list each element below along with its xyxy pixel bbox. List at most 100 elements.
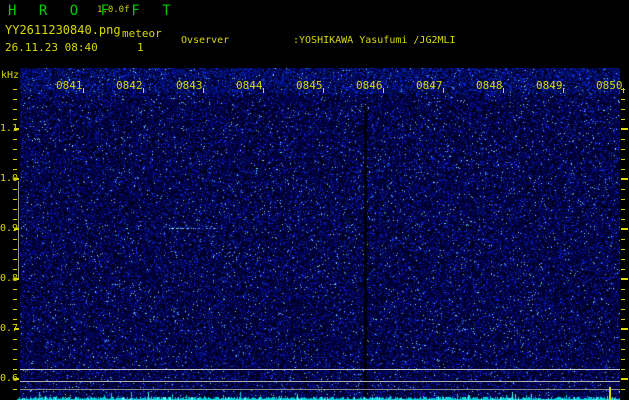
time-axis-tick	[623, 88, 624, 93]
time-axis-tick	[263, 88, 264, 93]
axis-tick	[13, 249, 17, 250]
time-tick-label: 0842	[116, 79, 143, 92]
axis-tick	[13, 239, 17, 240]
freq-tick-label: 0.9	[0, 223, 19, 234]
axis-tick	[13, 319, 17, 320]
time-tick-label: 0841	[56, 79, 83, 92]
axis-tick	[13, 339, 17, 340]
axis-tick	[13, 149, 17, 150]
axis-tick	[13, 359, 17, 360]
axis-tick	[621, 269, 625, 270]
axis-tick	[13, 109, 17, 110]
axis-tick	[621, 228, 628, 230]
freq-axis-unit: kHz	[1, 70, 20, 81]
axis-tick	[621, 209, 625, 210]
axis-tick	[13, 389, 17, 390]
header-panel: H R O F F T 1.0.0f YY2611230840.png mete…	[0, 0, 629, 172]
time-tick-label: 0848	[476, 79, 503, 92]
axis-tick	[13, 369, 17, 370]
signal-level-strip	[17, 390, 620, 400]
reference-line-upper	[20, 369, 620, 370]
spectrogram-noise-canvas	[20, 68, 620, 400]
time-tick-label: 0843	[176, 79, 203, 92]
time-axis-tick	[383, 88, 384, 93]
time-tick-label: 0847	[416, 79, 443, 92]
axis-tick	[621, 178, 628, 180]
axis-tick	[14, 178, 19, 180]
axis-tick	[621, 199, 625, 200]
axis-tick	[621, 349, 625, 350]
reference-line-middle	[20, 381, 620, 382]
axis-tick	[621, 309, 625, 310]
axis-tick	[13, 119, 17, 120]
observation-datetime: 26.11.23 08:40	[5, 41, 98, 54]
axis-tick	[621, 259, 625, 260]
info-row-observer: Ovserver :YOSHIKAWA Yasufumi /JG2MLI	[181, 34, 552, 48]
freq-tick-label: 1.1	[0, 123, 19, 134]
axis-tick	[621, 249, 625, 250]
axis-tick	[13, 99, 17, 100]
axis-tick	[621, 219, 625, 220]
info-value: :YOSHIKAWA Yasufumi /JG2MLI	[293, 35, 456, 46]
app-title: H R O F F T	[8, 3, 178, 19]
axis-tick	[621, 299, 625, 300]
time-tick-label: 0849	[536, 79, 563, 92]
axis-tick	[621, 109, 625, 110]
time-tick-label: 0845	[296, 79, 323, 92]
axis-tick	[13, 189, 17, 190]
time-cursor-marker	[609, 387, 611, 400]
axis-tick	[13, 169, 17, 170]
axis-tick	[621, 339, 625, 340]
axis-tick	[13, 89, 17, 90]
axis-tick	[621, 359, 625, 360]
spectrogram-plot: kHz 1.1 1.0 0.9 0.8 0.7 0.6 0841 0842 08…	[0, 68, 629, 400]
time-axis-tick	[503, 88, 504, 93]
info-label: Ovserver	[181, 35, 230, 46]
freq-tick-label: 0.6	[0, 373, 19, 384]
axis-tick	[621, 328, 628, 330]
axis-tick	[621, 239, 625, 240]
echo-count: 1	[137, 41, 144, 54]
time-axis-tick	[563, 88, 564, 93]
axis-tick	[13, 199, 17, 200]
axis-tick	[14, 378, 19, 380]
output-filename: YY2611230840.png	[5, 23, 121, 37]
axis-tick	[621, 189, 625, 190]
axis-tick	[621, 139, 625, 140]
axis-tick	[13, 309, 17, 310]
axis-tick	[621, 378, 628, 380]
reference-line-lower	[20, 389, 620, 390]
axis-tick	[14, 128, 19, 130]
mode-label: meteor	[122, 27, 162, 40]
time-axis-tick	[83, 88, 84, 93]
time-tick-label: 0846	[356, 79, 383, 92]
freq-tick-label: 1.0	[0, 173, 19, 184]
axis-tick	[621, 319, 625, 320]
time-axis-tick	[143, 88, 144, 93]
axis-tick	[13, 349, 17, 350]
axis-tick	[13, 209, 17, 210]
axis-tick	[14, 328, 19, 330]
axis-tick	[621, 128, 628, 130]
app-version: 1.0.0f	[97, 5, 130, 15]
axis-tick	[621, 389, 625, 390]
time-tick-label: 0850	[596, 79, 623, 92]
time-tick-label: 0844	[236, 79, 263, 92]
axis-tick	[14, 228, 19, 230]
axis-tick	[14, 278, 19, 280]
axis-tick	[621, 169, 625, 170]
axis-tick	[621, 289, 625, 290]
axis-tick	[621, 159, 625, 160]
time-axis-tick	[203, 88, 204, 93]
axis-tick	[13, 299, 17, 300]
freq-tick-label: 0.7	[0, 323, 19, 334]
freq-tick-label: 0.8	[0, 273, 19, 284]
axis-tick	[621, 149, 625, 150]
axis-tick	[621, 119, 625, 120]
axis-tick	[621, 278, 628, 280]
axis-tick	[621, 369, 625, 370]
time-axis-tick	[443, 88, 444, 93]
time-axis-tick	[323, 88, 324, 93]
axis-tick	[13, 289, 17, 290]
axis-tick	[13, 139, 17, 140]
